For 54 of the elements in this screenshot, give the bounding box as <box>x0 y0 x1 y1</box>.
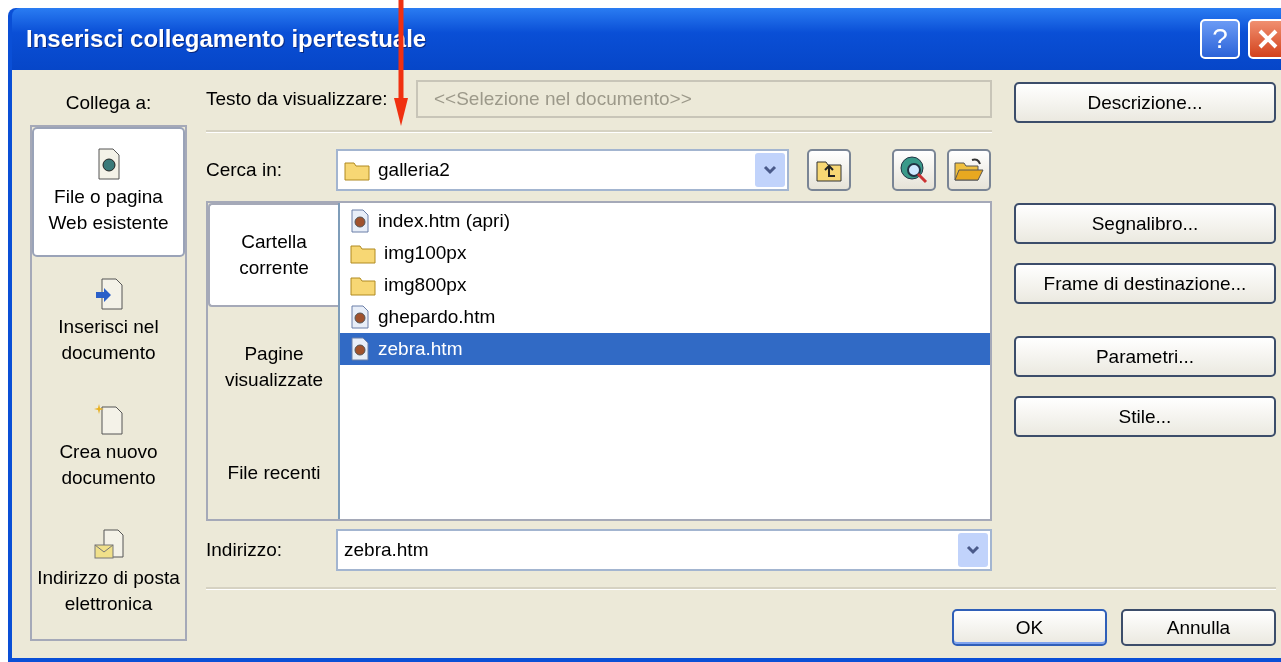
folder-up-button[interactable] <box>807 149 851 191</box>
file-list-item[interactable]: zebra.htm <box>340 333 990 365</box>
address-field[interactable]: zebra.htm <box>336 529 992 571</box>
email-document-icon <box>93 529 124 561</box>
chevron-down-icon <box>763 165 777 175</box>
link-type-item[interactable]: File o pagina Web esistente <box>32 127 185 257</box>
link-type-label: File o pagina Web esistente <box>47 185 170 235</box>
file-list-item[interactable]: img100px <box>340 237 990 269</box>
link-type-label: Indirizzo di posta elettronica <box>36 566 181 616</box>
field-label: Indirizzo: <box>206 539 284 561</box>
dialog-button[interactable]: Stile... <box>1014 396 1276 437</box>
document-arrow-icon <box>93 278 124 310</box>
file-list-item[interactable]: index.htm (apri) <box>340 205 990 237</box>
close-icon <box>1256 27 1280 51</box>
ok-button[interactable]: OK <box>952 609 1107 646</box>
web-search-button[interactable] <box>892 149 936 191</box>
folder-icon <box>344 159 370 181</box>
link-to-label: Collega a: <box>64 90 153 115</box>
dialog-button[interactable]: Descrizione... <box>1014 82 1276 123</box>
web-page-icon <box>350 305 370 329</box>
look-in-dropdown[interactable]: galleria2 <box>336 149 789 191</box>
file-list-item[interactable]: img800px <box>340 269 990 301</box>
web-page-icon <box>350 209 370 233</box>
file-name: img800px <box>384 274 467 296</box>
chevron-down-icon <box>966 545 980 555</box>
dropdown-button[interactable] <box>958 533 988 567</box>
folder-up-icon <box>816 158 842 182</box>
dialog-button[interactable]: Segnalibro... <box>1014 203 1276 244</box>
dialog-button[interactable]: Frame di destinazione... <box>1014 263 1276 304</box>
web-page-icon <box>350 337 370 361</box>
dialog-button[interactable]: Parametri... <box>1014 336 1276 377</box>
open-folder-button[interactable] <box>947 149 991 191</box>
file-name: zebra.htm <box>378 338 463 360</box>
file-name: ghepardo.htm <box>378 306 496 328</box>
dropdown-button[interactable] <box>755 153 785 187</box>
browse-tab[interactable]: Cartella corrente <box>208 203 338 307</box>
link-type-item[interactable]: Indirizzo di posta elettronica <box>32 507 185 639</box>
file-list-item[interactable]: ghepardo.htm <box>340 301 990 333</box>
file-name: img100px <box>384 242 467 264</box>
folder-icon <box>350 274 376 296</box>
open-folder-icon <box>954 157 984 183</box>
field-label: Testo da visualizzare: <box>206 88 389 110</box>
web-page-icon <box>95 148 122 180</box>
close-button[interactable] <box>1248 19 1281 59</box>
cancel-button[interactable]: Annulla <box>1121 609 1276 646</box>
link-type-item[interactable]: Crea nuovo documento <box>32 387 185 507</box>
link-type-label: Crea nuovo documento <box>58 440 159 490</box>
file-name: index.htm (apri) <box>378 210 510 232</box>
globe-search-icon <box>899 155 929 185</box>
link-type-label: Inserisci nel documento <box>57 315 160 365</box>
folder-icon <box>350 242 376 264</box>
link-type-item[interactable]: Inserisci nel documento <box>32 257 185 387</box>
new-document-icon <box>93 403 124 435</box>
field-label: Cerca in: <box>206 159 284 181</box>
